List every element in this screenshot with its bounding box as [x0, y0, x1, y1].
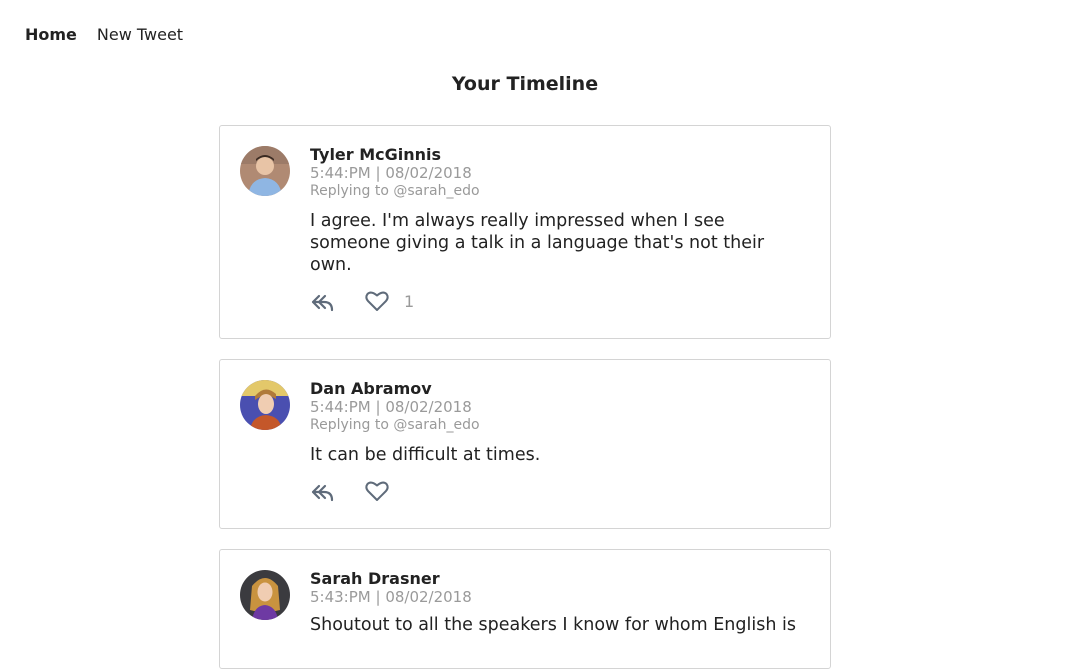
- like-count: 1: [404, 291, 415, 311]
- page-title: Your Timeline: [451, 73, 599, 95]
- reply-icon: [311, 484, 334, 502]
- tweet-timestamp: 5:43:PM | 08/02/2018: [310, 588, 472, 606]
- tweet-text: I agree. I'm always really impressed whe…: [310, 211, 765, 275]
- tweet-author[interactable]: Tyler McGinnis: [310, 146, 810, 164]
- top-nav: Home New Tweet: [25, 25, 183, 45]
- tweet-timestamp: 5:44:PM | 08/02/2018: [310, 164, 472, 182]
- tweet-author[interactable]: Sarah Drasner: [310, 570, 810, 588]
- replying-to-link[interactable]: Replying to @sarah_edo: [310, 182, 810, 200]
- like-button[interactable]: [364, 479, 390, 503]
- tweet-card[interactable]: Sarah Drasner 5:43:PM | 08/02/2018 Shout…: [219, 549, 831, 669]
- tweet-text: Shoutout to all the speakers I know for …: [310, 615, 796, 635]
- nav-new-tweet-link[interactable]: New Tweet: [97, 25, 183, 45]
- like-button[interactable]: [364, 289, 390, 313]
- heart-icon: [365, 481, 389, 501]
- replying-to-link[interactable]: Replying to @sarah_edo: [310, 416, 810, 434]
- reply-button[interactable]: [310, 288, 364, 314]
- avatar[interactable]: [240, 146, 290, 196]
- avatar-sarah: [240, 570, 290, 620]
- tweet-actions: 1: [310, 288, 810, 314]
- avatar[interactable]: [240, 380, 290, 430]
- reply-button[interactable]: [310, 478, 364, 504]
- heart-icon: [365, 291, 389, 311]
- tweet-timestamp: 5:44:PM | 08/02/2018: [310, 398, 472, 416]
- tweet-text: It can be difficult at times.: [310, 445, 541, 465]
- tweet-author[interactable]: Dan Abramov: [310, 380, 810, 398]
- tweet-actions: [310, 478, 810, 504]
- nav-home-link[interactable]: Home: [25, 25, 77, 45]
- avatar[interactable]: [240, 570, 290, 620]
- avatar-dan: [240, 380, 290, 430]
- tweet-card[interactable]: Dan Abramov 5:44:PM | 08/02/2018 Replyin…: [219, 359, 831, 529]
- tweet-card[interactable]: Tyler McGinnis 5:44:PM | 08/02/2018 Repl…: [219, 125, 831, 339]
- reply-icon: [311, 294, 334, 312]
- avatar-tyler: [240, 146, 290, 196]
